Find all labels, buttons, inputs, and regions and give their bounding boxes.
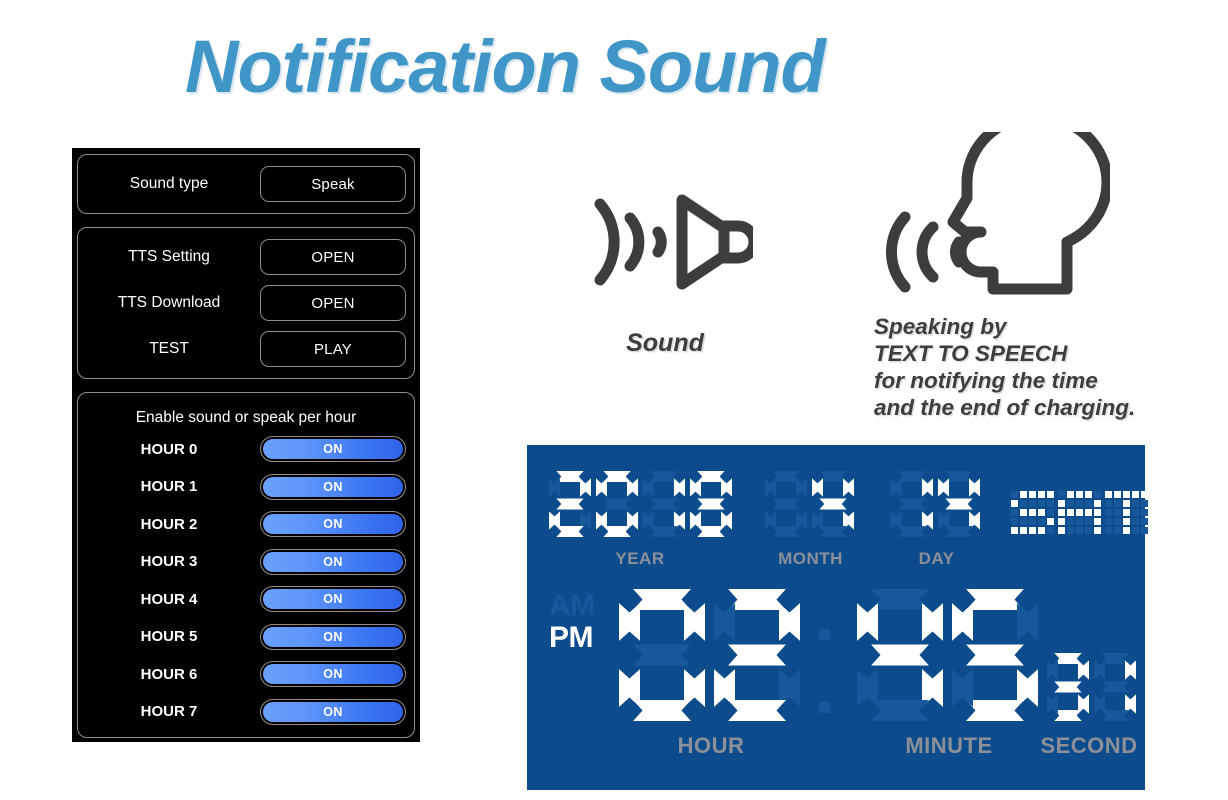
lcd-pm-indicator: PM xyxy=(549,621,594,654)
test-play-button[interactable]: PLAY xyxy=(260,331,406,367)
lcd-time-colon xyxy=(819,629,830,713)
page-root: Notification Sound Sound type Speak TTS … xyxy=(0,0,1228,800)
lcd-day-digits xyxy=(891,471,980,537)
speech-line-1: Speaking by xyxy=(874,314,1007,339)
lcd-minute-digits xyxy=(857,589,1038,721)
hour-toggle-row[interactable]: HOUR 3 ON xyxy=(78,543,414,581)
speech-line-2: TEXT TO SPEECH xyxy=(874,341,1068,366)
speaking-head-icon xyxy=(875,110,1113,311)
hour-toggle-state: ON xyxy=(263,626,403,647)
lcd-hour-label: HOUR xyxy=(677,733,745,758)
lcd-second-label: SECOND xyxy=(1040,733,1138,758)
hour-label: HOUR 2 xyxy=(140,515,198,533)
lcd-time-row: AM PM HOUR MINUTE SECOND xyxy=(527,585,1145,790)
sound-feature-block: Sound xyxy=(565,182,765,358)
tts-setting-open-button[interactable]: OPEN xyxy=(260,239,406,275)
lcd-month-digits xyxy=(765,471,854,537)
hour-label: HOUR 7 xyxy=(140,703,198,721)
lcd-digit xyxy=(549,471,591,537)
tts-download-open-button[interactable]: OPEN xyxy=(260,285,406,321)
hour-toggle[interactable]: ON xyxy=(260,661,406,688)
lcd-digit xyxy=(596,471,638,537)
lcd-day-label: DAY xyxy=(918,549,955,568)
hour-toggle-row[interactable]: HOUR 7 ON xyxy=(78,693,414,731)
setting-row-tts-setting[interactable]: TTS Setting OPEN xyxy=(78,234,414,280)
hour-toggle-state: ON xyxy=(263,551,403,572)
hour-label: HOUR 5 xyxy=(140,628,198,646)
hour-label: HOUR 0 xyxy=(140,440,198,458)
lcd-weekday-char xyxy=(1105,491,1148,534)
setting-row-test[interactable]: TEST PLAY xyxy=(78,326,414,372)
hour-label: HOUR 4 xyxy=(140,590,198,608)
setting-row-sound-type[interactable]: Sound type Speak xyxy=(78,161,414,207)
hour-toggle[interactable]: ON xyxy=(260,586,406,613)
page-title: Notification Sound xyxy=(185,25,826,108)
hour-label: HOUR 6 xyxy=(140,665,198,683)
lcd-digit xyxy=(765,471,807,537)
hour-toggle-state: ON xyxy=(263,476,403,497)
hour-toggle-state: ON xyxy=(263,664,403,685)
lcd-date-row: YEAR MONTH DAY xyxy=(527,445,1148,585)
lcd-weekday-char xyxy=(1058,491,1101,534)
lcd-digit xyxy=(891,471,933,537)
hour-label: HOUR 3 xyxy=(140,553,198,571)
lcd-year-digits xyxy=(549,471,732,537)
speech-line-3: for notifying the time xyxy=(874,368,1098,393)
lcd-weekday xyxy=(1011,491,1148,534)
speech-line-4: and the end of charging. xyxy=(874,395,1136,420)
hourly-toggles-card: Enable sound or speak per hour HOUR 0 ON H… xyxy=(77,392,415,738)
lcd-digit xyxy=(643,471,685,537)
hour-toggle-row[interactable]: HOUR 1 ON xyxy=(78,468,414,506)
hour-toggle-state: ON xyxy=(263,589,403,610)
hour-toggle[interactable]: ON xyxy=(260,436,406,463)
lcd-clock-panel: YEAR MONTH DAY AM PM HOUR MINUTE SECOND xyxy=(527,445,1148,790)
hour-toggle[interactable]: ON xyxy=(260,511,406,538)
hour-toggle[interactable]: ON xyxy=(260,548,406,575)
lcd-digit xyxy=(952,589,1038,721)
lcd-am-indicator: AM xyxy=(549,589,595,622)
hour-toggle-row[interactable]: HOUR 2 ON xyxy=(78,506,414,544)
setting-label-test: TEST xyxy=(149,340,189,357)
lcd-weekday-char xyxy=(1011,491,1054,534)
hourly-toggle-list: HOUR 0 ON HOUR 1 ON HOUR 2 ON HOUR 3 ON HOUR 4 ON… xyxy=(78,431,414,731)
lcd-digit xyxy=(690,471,732,537)
hour-label: HOUR 1 xyxy=(140,478,198,496)
hour-toggle-state: ON xyxy=(263,514,403,535)
hourly-toggles-heading: Enable sound or speak per hour xyxy=(135,408,357,426)
lcd-month-label: MONTH xyxy=(778,549,843,568)
sound-type-card: Sound type Speak xyxy=(77,154,415,214)
hour-toggle[interactable]: ON xyxy=(260,623,406,650)
hour-toggle[interactable]: ON xyxy=(260,698,406,725)
hour-toggle-state: ON xyxy=(263,701,403,722)
lcd-digit xyxy=(714,589,800,721)
setting-label-tts-download: TTS Download xyxy=(117,294,221,311)
lcd-digit xyxy=(938,471,980,537)
hour-toggle-row[interactable]: HOUR 4 ON xyxy=(78,581,414,619)
hour-toggle-row[interactable]: HOUR 6 ON xyxy=(78,656,414,694)
setting-label-tts-setting: TTS Setting xyxy=(128,248,210,265)
speaker-waves-icon xyxy=(578,194,759,306)
hour-toggle[interactable]: ON xyxy=(260,473,406,500)
lcd-second-digits xyxy=(1047,653,1136,721)
lcd-digit xyxy=(1094,653,1136,721)
lcd-digit xyxy=(812,471,854,537)
hour-toggle-row[interactable]: HOUR 0 ON xyxy=(78,431,414,469)
lcd-digit xyxy=(857,589,943,721)
speech-description: Speaking by TEXT TO SPEECH for notifying… xyxy=(874,313,1135,421)
setting-row-tts-download[interactable]: TTS Download OPEN xyxy=(78,280,414,326)
lcd-digit xyxy=(619,589,705,721)
hour-toggle-state: ON xyxy=(263,439,403,460)
sound-type-value-button[interactable]: Speak xyxy=(260,166,406,202)
settings-panel: Sound type Speak TTS Setting OPEN TTS Do… xyxy=(72,148,420,742)
hour-toggle-row[interactable]: HOUR 5 ON xyxy=(78,618,414,656)
setting-label-sound-type: Sound type xyxy=(129,175,209,192)
speech-feature-block xyxy=(875,110,1113,312)
lcd-digit xyxy=(1047,653,1089,721)
lcd-hour-digits xyxy=(619,589,800,721)
tts-card: TTS Setting OPEN TTS Download OPEN TEST … xyxy=(77,227,415,379)
lcd-year-label: YEAR xyxy=(615,549,665,568)
sound-caption: Sound xyxy=(626,329,704,357)
lcd-minute-label: MINUTE xyxy=(905,733,993,758)
